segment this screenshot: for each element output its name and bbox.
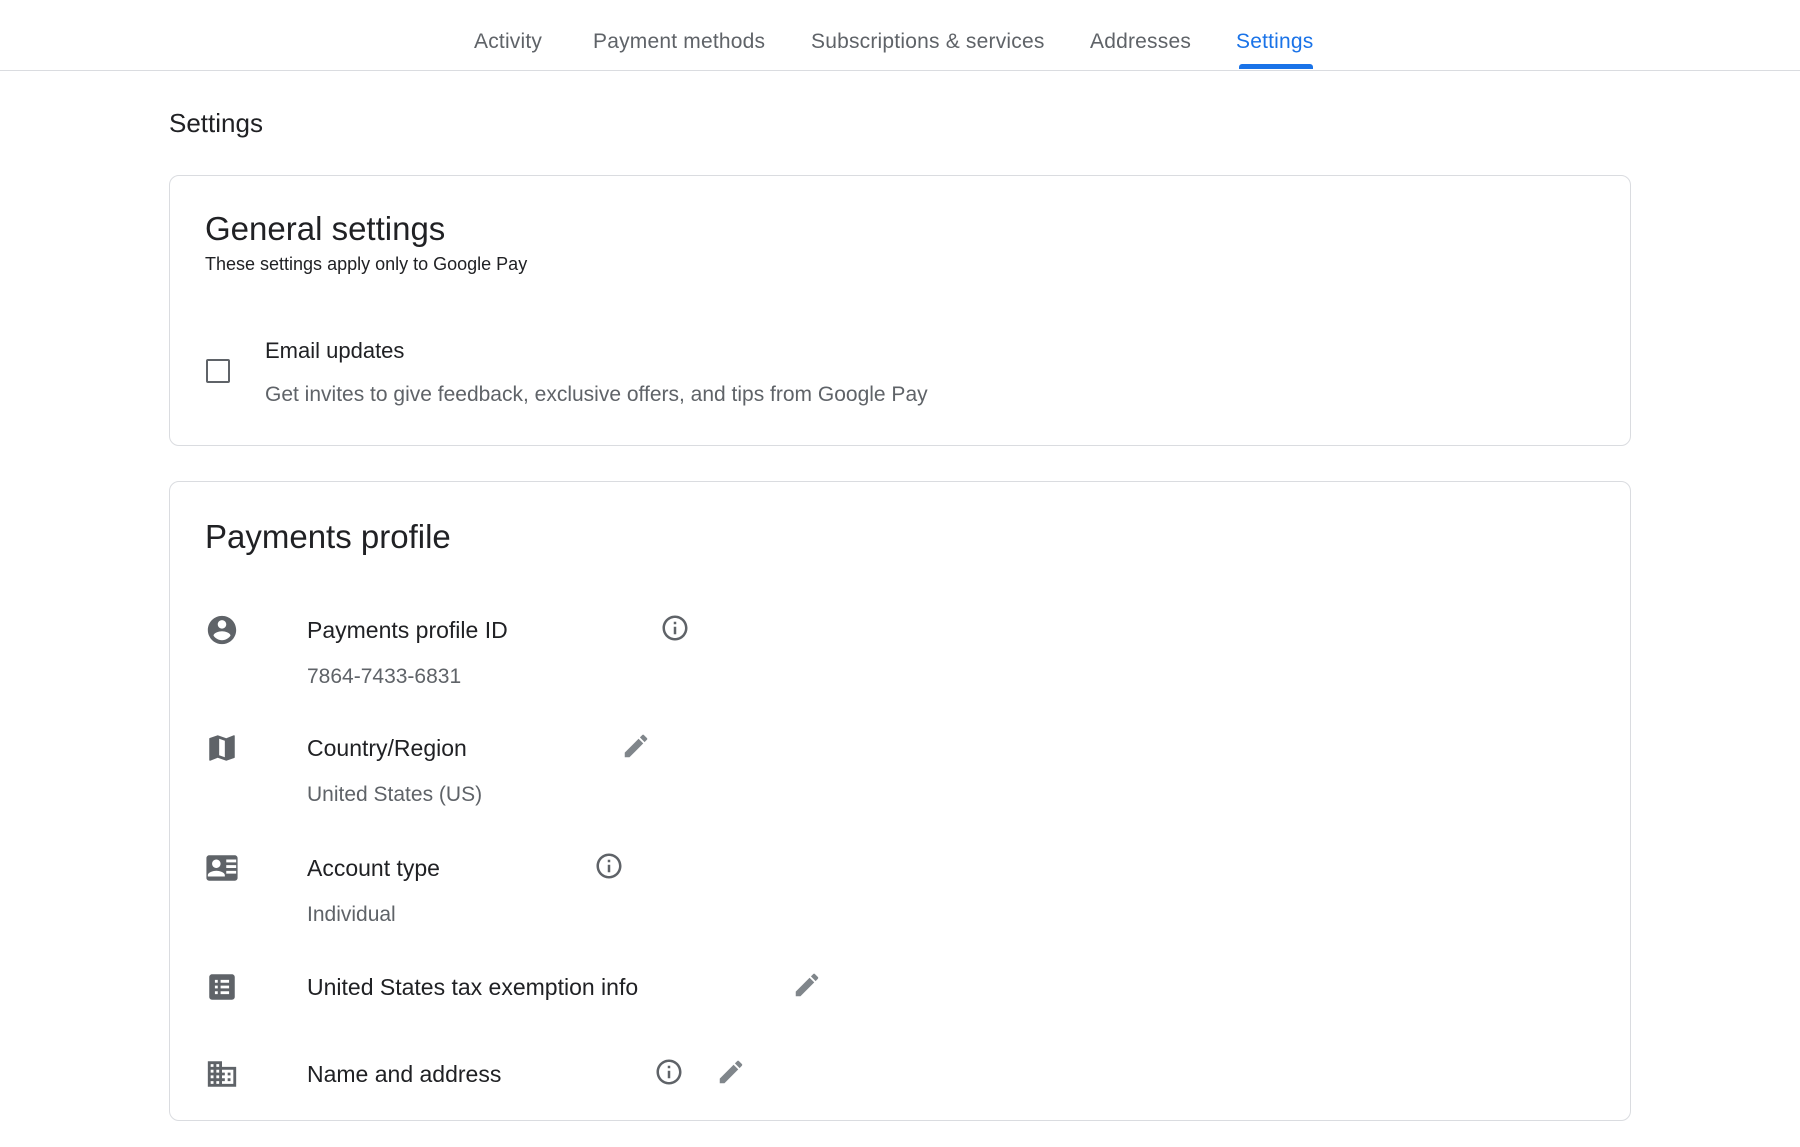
tax-exemption-label: United States tax exemption info	[307, 974, 639, 1000]
tab-activity[interactable]: Activity	[474, 30, 542, 54]
contact-card-icon	[205, 851, 239, 885]
profile-id-value: 7864-7433-6831	[307, 665, 462, 688]
profile-row-country-region: Country/Region United States (US)	[205, 731, 1585, 821]
profile-row-account-type: Account type Individual	[205, 851, 1585, 941]
tab-addresses[interactable]: Addresses	[1090, 30, 1191, 54]
account-type-value: Individual	[307, 903, 396, 926]
page-title: Settings	[169, 108, 263, 138]
tab-bar: Activity Payment methods Subscriptions &…	[0, 0, 1800, 71]
email-updates-description: Get invites to give feedback, exclusive …	[265, 383, 928, 406]
general-settings-title: General settings	[205, 210, 446, 247]
list-document-icon	[205, 970, 239, 1004]
info-icon[interactable]	[654, 1057, 684, 1087]
email-updates-checkbox[interactable]	[206, 359, 230, 383]
general-settings-card: General settings These settings apply on…	[169, 175, 1631, 446]
tab-subscriptions-services[interactable]: Subscriptions & services	[811, 30, 1045, 54]
general-settings-subtitle: These settings apply only to Google Pay	[205, 254, 528, 274]
tab-payment-methods[interactable]: Payment methods	[593, 30, 765, 54]
country-region-value: United States (US)	[307, 783, 483, 806]
profile-row-tax-exemption: United States tax exemption info	[205, 970, 1585, 1060]
profile-id-label: Payments profile ID	[307, 617, 508, 643]
profile-row-profile-id: Payments profile ID 7864-7433-6831	[205, 613, 1585, 703]
email-updates-label: Email updates	[265, 338, 405, 363]
edit-pencil-icon[interactable]	[792, 970, 822, 1000]
building-icon	[205, 1057, 239, 1091]
active-tab-indicator	[1239, 64, 1313, 69]
map-icon	[205, 731, 239, 765]
payments-profile-title: Payments profile	[205, 518, 451, 555]
tab-settings[interactable]: Settings	[1236, 30, 1313, 54]
account-type-label: Account type	[307, 855, 440, 881]
name-address-label: Name and address	[307, 1061, 502, 1087]
profile-row-name-address: Name and address	[205, 1057, 1585, 1147]
edit-pencil-icon[interactable]	[621, 731, 651, 761]
info-icon[interactable]	[660, 613, 690, 643]
edit-pencil-icon[interactable]	[716, 1057, 746, 1087]
country-region-label: Country/Region	[307, 735, 467, 761]
payments-profile-card: Payments profile Payments profile ID 786…	[169, 481, 1631, 1121]
top-navigation: Activity Payment methods Subscriptions &…	[0, 0, 1800, 71]
account-circle-icon	[205, 613, 239, 647]
info-icon[interactable]	[594, 851, 624, 881]
